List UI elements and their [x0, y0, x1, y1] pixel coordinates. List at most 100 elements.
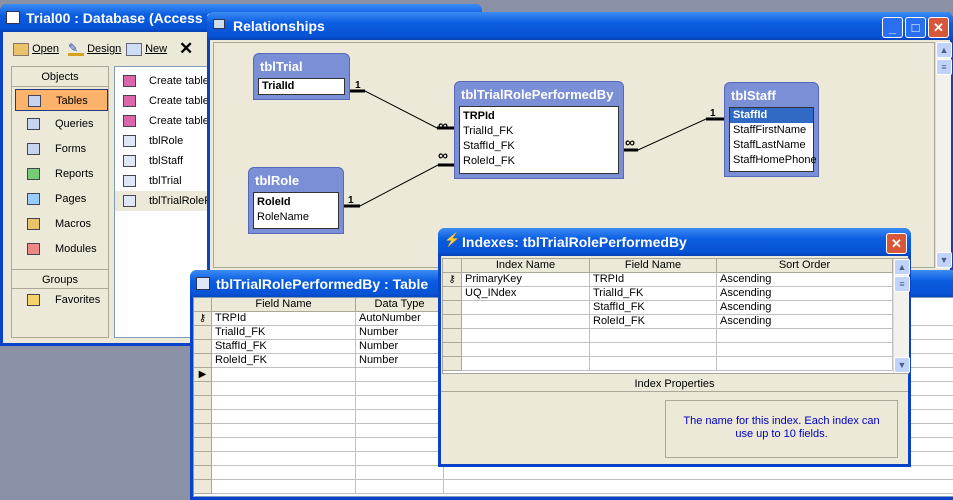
field[interactable]: RoleId [254, 195, 338, 210]
row-selector[interactable] [194, 480, 212, 494]
row-selector[interactable]: ▶ [194, 368, 212, 382]
index-cell[interactable]: TrialId_FK [590, 287, 717, 301]
row-selector[interactable] [194, 396, 212, 410]
index-grid: Index Name Field Name Sort Order ⚷ Primar… [442, 258, 910, 374]
one-label: 1 [710, 108, 716, 119]
row-selector[interactable] [443, 357, 462, 371]
field[interactable]: RoleId_FK [460, 154, 618, 169]
data-type-cell[interactable] [356, 410, 444, 424]
field-name-cell[interactable] [212, 382, 356, 396]
field[interactable]: StaffLastName [730, 138, 813, 153]
index-cell[interactable] [462, 357, 590, 371]
data-type-cell[interactable] [356, 424, 444, 438]
field-name-cell[interactable] [212, 410, 356, 424]
index-cell[interactable]: TRPId [590, 273, 717, 287]
column-header[interactable]: Data Type [356, 298, 444, 312]
row-selector[interactable] [194, 452, 212, 466]
field[interactable]: StaffHomePhone [730, 153, 817, 168]
data-type-cell[interactable] [356, 368, 444, 382]
description-cell[interactable] [444, 480, 953, 494]
field-name-cell[interactable]: RoleId_FK [212, 354, 356, 368]
field[interactable]: RoleName [254, 210, 338, 225]
index-cell[interactable] [462, 315, 590, 329]
one-label: 1 [348, 195, 354, 206]
row-selector[interactable] [194, 466, 212, 480]
table-box-tblrole[interactable]: tblRole RoleId RoleName [248, 167, 344, 234]
index-cell[interactable]: Ascending [717, 287, 893, 301]
field-name-cell[interactable] [212, 466, 356, 480]
field-name-cell[interactable]: TrialId_FK [212, 326, 356, 340]
field[interactable]: TRPId [460, 109, 618, 124]
index-cell[interactable]: Ascending [717, 301, 893, 315]
row-selector[interactable] [443, 343, 462, 357]
close-button[interactable]: ✕ [886, 233, 907, 254]
field-name-cell[interactable] [212, 368, 356, 382]
row-selector[interactable] [194, 410, 212, 424]
index-cell[interactable] [590, 357, 717, 371]
field-name-cell[interactable]: TRPId [212, 312, 356, 326]
index-cell[interactable] [590, 329, 717, 343]
index-cell[interactable] [462, 329, 590, 343]
description-cell[interactable] [444, 466, 953, 480]
index-cell[interactable]: PrimaryKey [462, 273, 590, 287]
row-selector[interactable] [194, 354, 212, 368]
row-selector[interactable] [443, 287, 462, 301]
column-header[interactable]: Index Name [462, 259, 590, 273]
indexes-titlebar[interactable]: ⚡ Indexes: tblTrialRolePerformedBy ✕ [438, 228, 911, 256]
field-name-cell[interactable] [212, 438, 356, 452]
field[interactable]: StaffId_FK [460, 139, 618, 154]
row-selector[interactable]: ⚷ [443, 273, 462, 287]
field-name-cell[interactable]: StaffId_FK [212, 340, 356, 354]
data-type-cell[interactable]: Number [356, 326, 444, 340]
row-selector[interactable] [194, 438, 212, 452]
index-cell[interactable] [717, 357, 893, 371]
data-type-cell[interactable]: AutoNumber [356, 312, 444, 326]
field[interactable]: TrialId [259, 79, 344, 94]
index-cell[interactable]: RoleId_FK [590, 315, 717, 329]
index-cell[interactable] [590, 343, 717, 357]
field-selected[interactable]: StaffId [730, 108, 813, 123]
index-properties-header: Index Properties [441, 376, 908, 392]
corner [194, 298, 212, 312]
index-cell[interactable] [717, 329, 893, 343]
index-cell[interactable]: UQ_INdex [462, 287, 590, 301]
index-cell[interactable] [462, 301, 590, 315]
table-box-tbltrialroleperformedby[interactable]: tblTrialRolePerformedBy TRPId TrialId_FK… [454, 81, 624, 179]
index-cell[interactable] [462, 343, 590, 357]
data-type-cell[interactable] [356, 438, 444, 452]
row-selector[interactable] [194, 340, 212, 354]
indexes-window: ⚡ Indexes: tblTrialRolePerformedBy ✕ Inde… [438, 228, 911, 467]
table-icon [196, 277, 210, 290]
table-box-tbltrial[interactable]: tblTrial TrialId [253, 53, 350, 100]
row-selector[interactable] [194, 382, 212, 396]
column-header[interactable]: Field Name [590, 259, 717, 273]
column-header[interactable]: Field Name [212, 298, 356, 312]
data-type-cell[interactable] [356, 452, 444, 466]
data-type-cell[interactable]: Number [356, 340, 444, 354]
index-cell[interactable]: Ascending [717, 273, 893, 287]
row-selector[interactable] [194, 326, 212, 340]
scroll-thumb[interactable]: ≡ [894, 276, 910, 292]
data-type-cell[interactable] [356, 466, 444, 480]
index-cell[interactable]: Ascending [717, 315, 893, 329]
field-name-cell[interactable] [212, 396, 356, 410]
row-selector[interactable] [443, 329, 462, 343]
field[interactable]: TrialId_FK [460, 124, 618, 139]
row-selector[interactable]: ⚷ [194, 312, 212, 326]
row-selector[interactable] [194, 424, 212, 438]
data-type-cell[interactable] [356, 382, 444, 396]
field[interactable]: StaffFirstName [730, 123, 813, 138]
data-type-cell[interactable]: Number [356, 354, 444, 368]
row-selector[interactable] [443, 315, 462, 329]
index-cell[interactable] [717, 343, 893, 357]
index-cell[interactable]: StaffId_FK [590, 301, 717, 315]
row-selector[interactable] [443, 301, 462, 315]
index-grid-scrollbar[interactable]: ▲ ≡ ▼ [893, 259, 910, 373]
field-name-cell[interactable] [212, 424, 356, 438]
field-name-cell[interactable] [212, 480, 356, 494]
column-header[interactable]: Sort Order [717, 259, 893, 273]
table-box-tblstaff[interactable]: tblStaff StaffId StaffFirstName StaffLas… [724, 82, 819, 177]
field-name-cell[interactable] [212, 452, 356, 466]
data-type-cell[interactable] [356, 480, 444, 494]
data-type-cell[interactable] [356, 396, 444, 410]
